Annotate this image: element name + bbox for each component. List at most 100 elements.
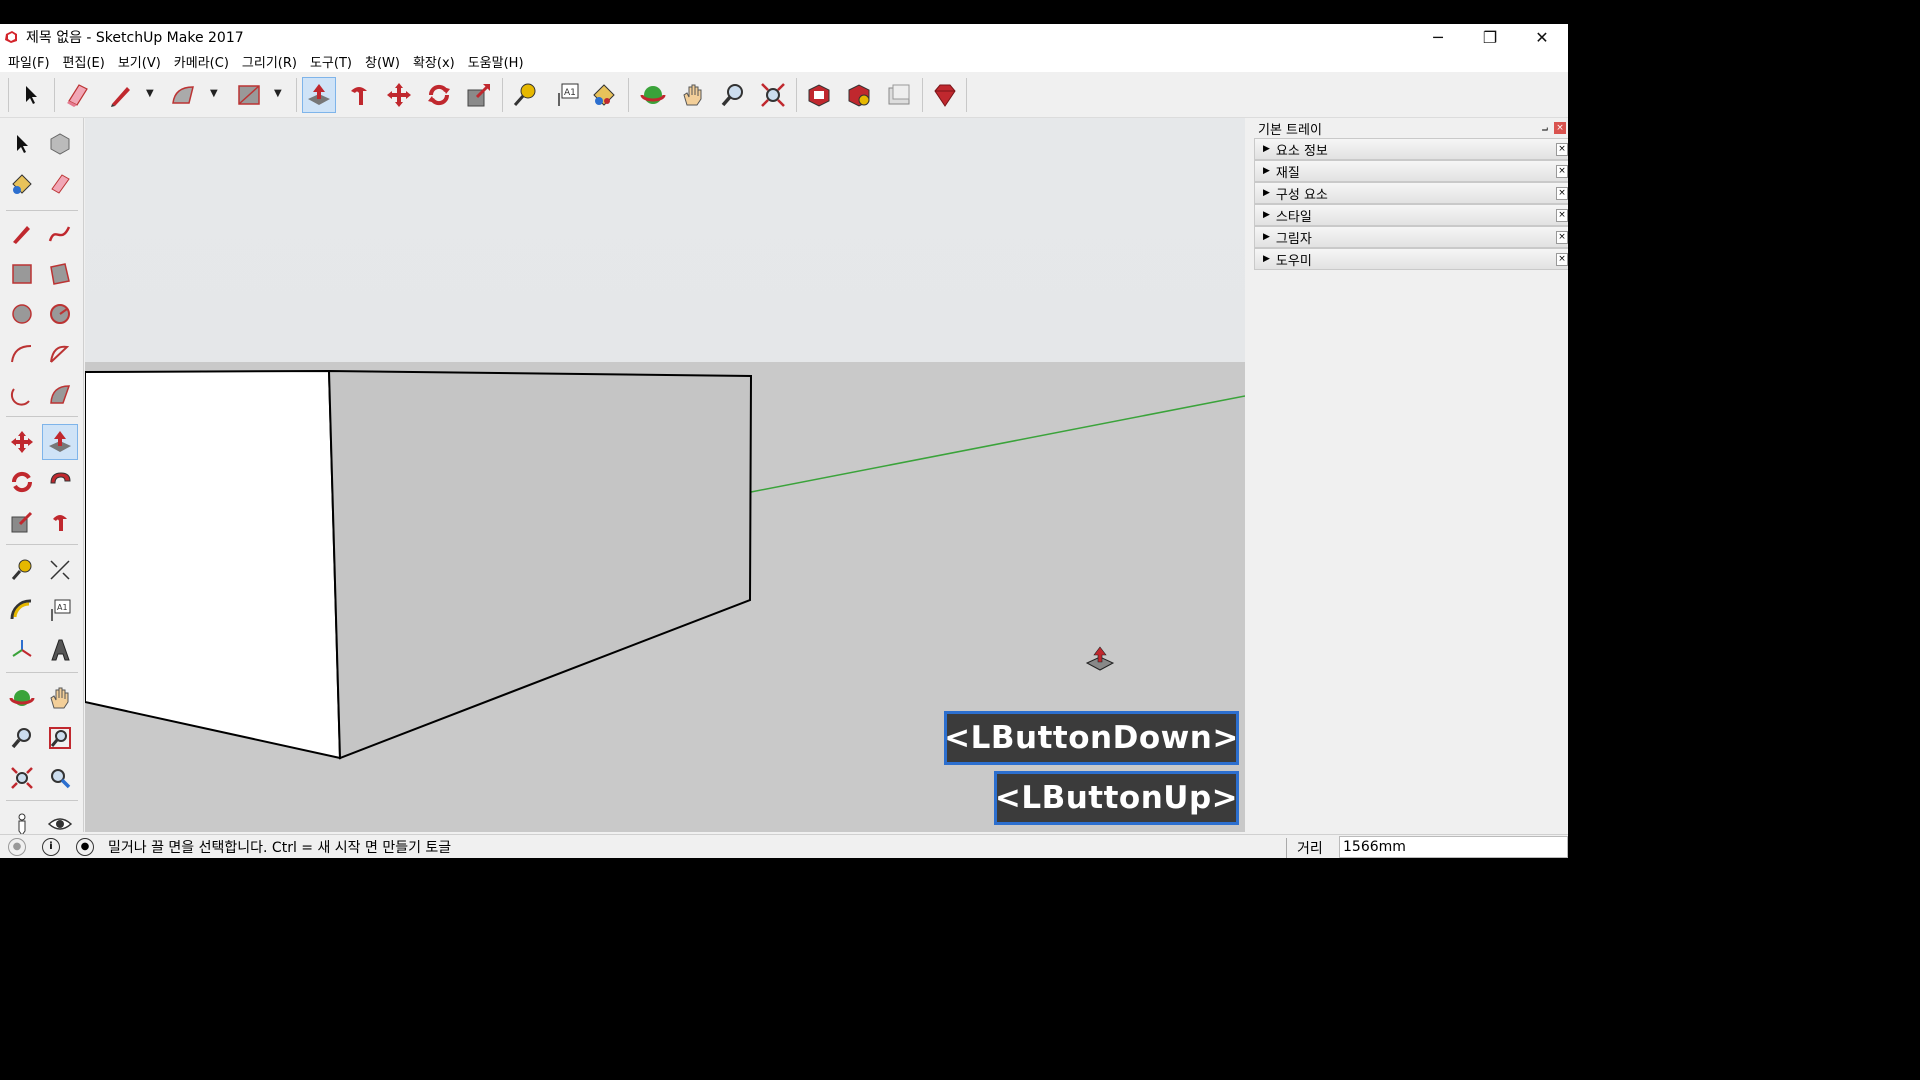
text-tool-icon[interactable]: A1	[42, 592, 78, 628]
arc-tool-icon[interactable]	[166, 77, 200, 113]
rectangle-tool-icon[interactable]	[4, 256, 40, 292]
move-tool-icon[interactable]	[382, 77, 416, 113]
tool-palette: A1	[0, 118, 84, 836]
credits-info-icon[interactable]: i	[42, 837, 60, 856]
zoom-window-tool-icon[interactable]	[42, 720, 78, 756]
expand-arrow-icon: ▶	[1263, 166, 1270, 176]
svg-text:A1: A1	[564, 88, 576, 98]
tray-panel-shadows[interactable]: ▶ 그림자 ×	[1254, 226, 1568, 248]
eraser-tool-icon[interactable]	[42, 166, 78, 202]
zoom-extents-tool-icon[interactable]	[4, 760, 40, 796]
text-tool-icon[interactable]: A1	[550, 77, 584, 113]
user-account-icon[interactable]: ●	[76, 837, 94, 856]
select-tool-icon[interactable]	[4, 126, 40, 162]
geo-location-icon[interactable]: ●	[8, 837, 26, 856]
rectangle-dropdown-chevron-icon[interactable]: ▼	[274, 88, 282, 99]
expand-arrow-icon: ▶	[1263, 210, 1270, 220]
dimension-tool-icon[interactable]	[42, 552, 78, 588]
minimize-button[interactable]: ─	[1412, 24, 1464, 50]
pin-icon[interactable]: ⨼	[1542, 121, 1548, 135]
menu-tools[interactable]: 도구(T)	[306, 52, 361, 71]
rotate-tool-icon[interactable]	[4, 464, 40, 500]
push-pull-cursor-icon	[1085, 646, 1115, 671]
tray-panel-label: 스타일	[1275, 209, 1312, 225]
move-tool-icon[interactable]	[4, 424, 40, 460]
pie-tool-icon[interactable]	[42, 376, 78, 412]
sketchup-logo-icon	[5, 31, 17, 43]
panel-close-icon[interactable]: ×	[1556, 231, 1568, 244]
tray-close-button[interactable]: ×	[1554, 122, 1566, 134]
3d-warehouse-icon[interactable]	[802, 77, 836, 113]
layout-icon[interactable]	[882, 77, 916, 113]
offset-tool-icon[interactable]	[42, 504, 78, 540]
zoom-tool-icon[interactable]	[4, 720, 40, 756]
protractor-tool-icon[interactable]	[4, 592, 40, 628]
tray-panel-entity-info[interactable]: ▶ 요소 정보 ×	[1254, 138, 1568, 160]
rotate-tool-icon[interactable]	[422, 77, 456, 113]
three-point-arc-tool-icon[interactable]	[4, 376, 40, 412]
pencil-tool-icon[interactable]	[104, 77, 138, 113]
panel-close-icon[interactable]: ×	[1556, 253, 1568, 266]
arc-dropdown-chevron-icon[interactable]: ▼	[210, 88, 218, 99]
pencil-dropdown-chevron-icon[interactable]: ▼	[146, 88, 154, 99]
extension-warehouse-icon[interactable]	[842, 77, 876, 113]
menu-edit[interactable]: 편집(E)	[59, 52, 114, 71]
menu-camera[interactable]: 카메라(C)	[170, 52, 238, 71]
tray-panel-instructor[interactable]: ▶ 도우미 ×	[1254, 248, 1568, 270]
paint-bucket-tool-icon[interactable]	[4, 166, 40, 202]
tray-panel-materials[interactable]: ▶ 재질 ×	[1254, 160, 1568, 182]
paint-bucket-tool-icon[interactable]	[586, 77, 620, 113]
arc-tool-icon[interactable]	[4, 336, 40, 372]
menu-draw[interactable]: 그리기(R)	[238, 52, 306, 71]
eraser-tool-icon[interactable]	[60, 77, 94, 113]
rotated-rectangle-tool-icon[interactable]	[42, 256, 78, 292]
box-side-face	[327, 369, 753, 760]
close-button[interactable]: ✕	[1516, 24, 1568, 50]
panel-close-icon[interactable]: ×	[1556, 143, 1568, 156]
restore-button[interactable]: ❐	[1464, 24, 1516, 50]
follow-me-tool-icon[interactable]	[42, 464, 78, 500]
pencil-tool-icon[interactable]	[4, 216, 40, 252]
tape-measure-tool-icon[interactable]	[4, 552, 40, 588]
menu-window[interactable]: 창(W)	[361, 52, 409, 71]
panel-close-icon[interactable]: ×	[1556, 165, 1568, 178]
measurements-box[interactable]: 1566mm	[1339, 836, 1568, 858]
tray-panel-components[interactable]: ▶ 구성 요소 ×	[1254, 182, 1568, 204]
zoom-extents-tool-icon[interactable]	[756, 77, 790, 113]
previous-view-tool-icon[interactable]	[42, 760, 78, 796]
menu-file[interactable]: 파일(F)	[4, 52, 59, 71]
panel-close-icon[interactable]: ×	[1556, 187, 1568, 200]
menu-extensions[interactable]: 확장(x)	[409, 52, 464, 71]
select-tool-icon[interactable]	[14, 77, 48, 113]
panel-close-icon[interactable]: ×	[1556, 209, 1568, 222]
rectangle-tool-icon[interactable]	[232, 77, 266, 113]
scale-tool-icon[interactable]	[4, 504, 40, 540]
menu-help[interactable]: 도움말(H)	[464, 52, 533, 71]
follow-me-tool-icon[interactable]	[342, 77, 376, 113]
scale-tool-icon[interactable]	[462, 77, 496, 113]
keystroke-overlay-lbuttondown: <LButtonDown>	[944, 711, 1239, 765]
pan-tool-icon[interactable]	[42, 680, 78, 716]
window-title: 제목 없음 - SketchUp Make 2017	[26, 30, 244, 46]
toolbar-grip	[8, 78, 9, 112]
two-point-arc-tool-icon[interactable]	[42, 336, 78, 372]
menu-view[interactable]: 보기(V)	[114, 52, 170, 71]
make-component-icon[interactable]	[42, 126, 78, 162]
orbit-tool-icon[interactable]	[4, 680, 40, 716]
freehand-tool-icon[interactable]	[42, 216, 78, 252]
pan-tool-icon[interactable]	[676, 77, 710, 113]
tray-title: 기본 트레이	[1258, 122, 1322, 138]
circle-tool-icon[interactable]	[4, 296, 40, 332]
axes-tool-icon[interactable]	[4, 632, 40, 668]
tray-panel-styles[interactable]: ▶ 스타일 ×	[1254, 204, 1568, 226]
tray-panel-label: 요소 정보	[1275, 143, 1328, 159]
orbit-tool-icon[interactable]	[636, 77, 670, 113]
push-pull-tool-icon[interactable]	[302, 77, 336, 113]
tray-header: 기본 트레이 ⨼ ×	[1252, 118, 1568, 138]
polygon-tool-icon[interactable]	[42, 296, 78, 332]
push-pull-tool-icon[interactable]	[42, 424, 78, 460]
3d-text-tool-icon[interactable]	[42, 632, 78, 668]
zoom-tool-icon[interactable]	[716, 77, 750, 113]
tape-measure-tool-icon[interactable]	[508, 77, 542, 113]
extension-ruby-icon[interactable]	[928, 77, 962, 113]
